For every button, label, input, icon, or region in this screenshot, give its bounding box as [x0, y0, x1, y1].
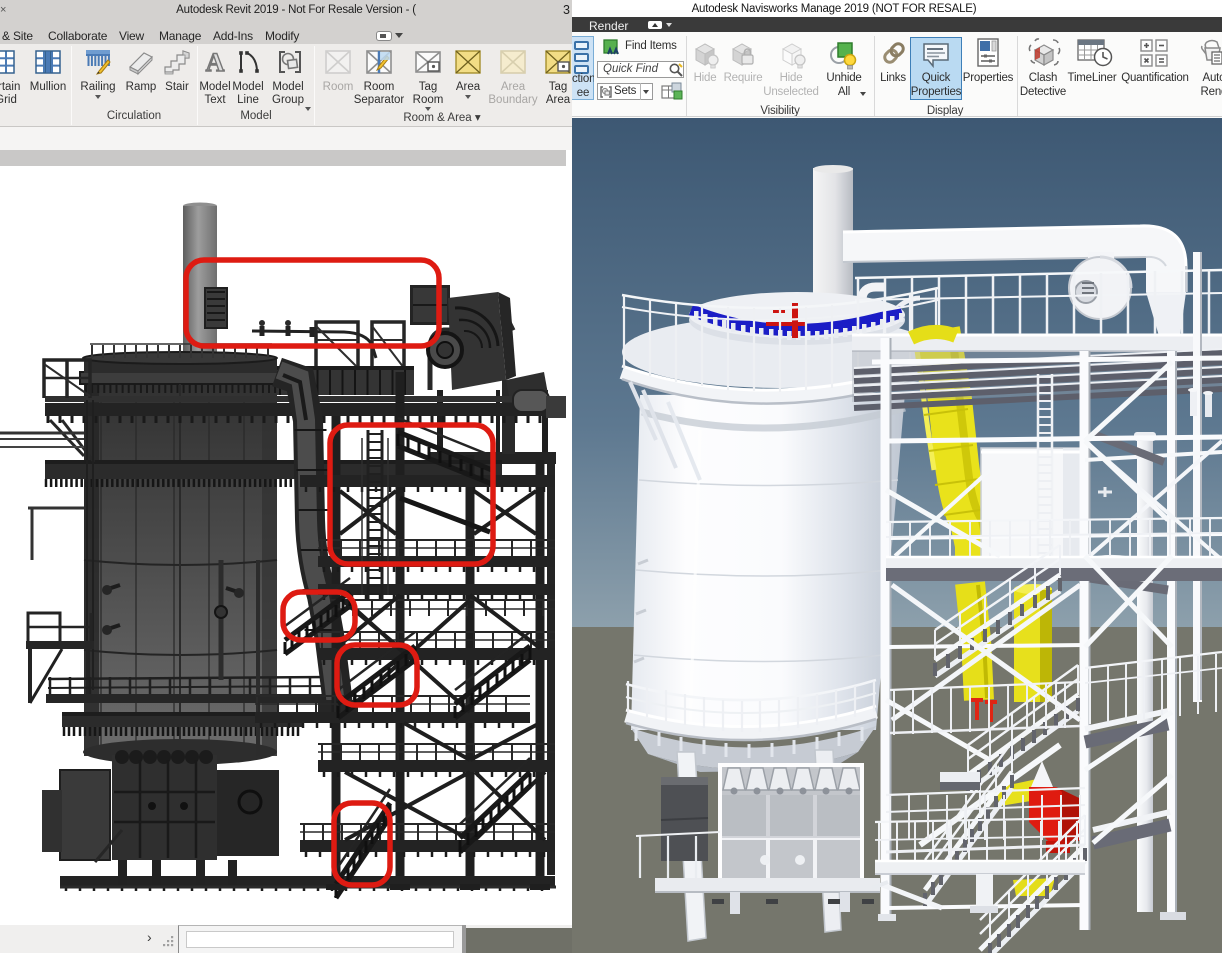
svg-text:A: A: [206, 48, 225, 76]
